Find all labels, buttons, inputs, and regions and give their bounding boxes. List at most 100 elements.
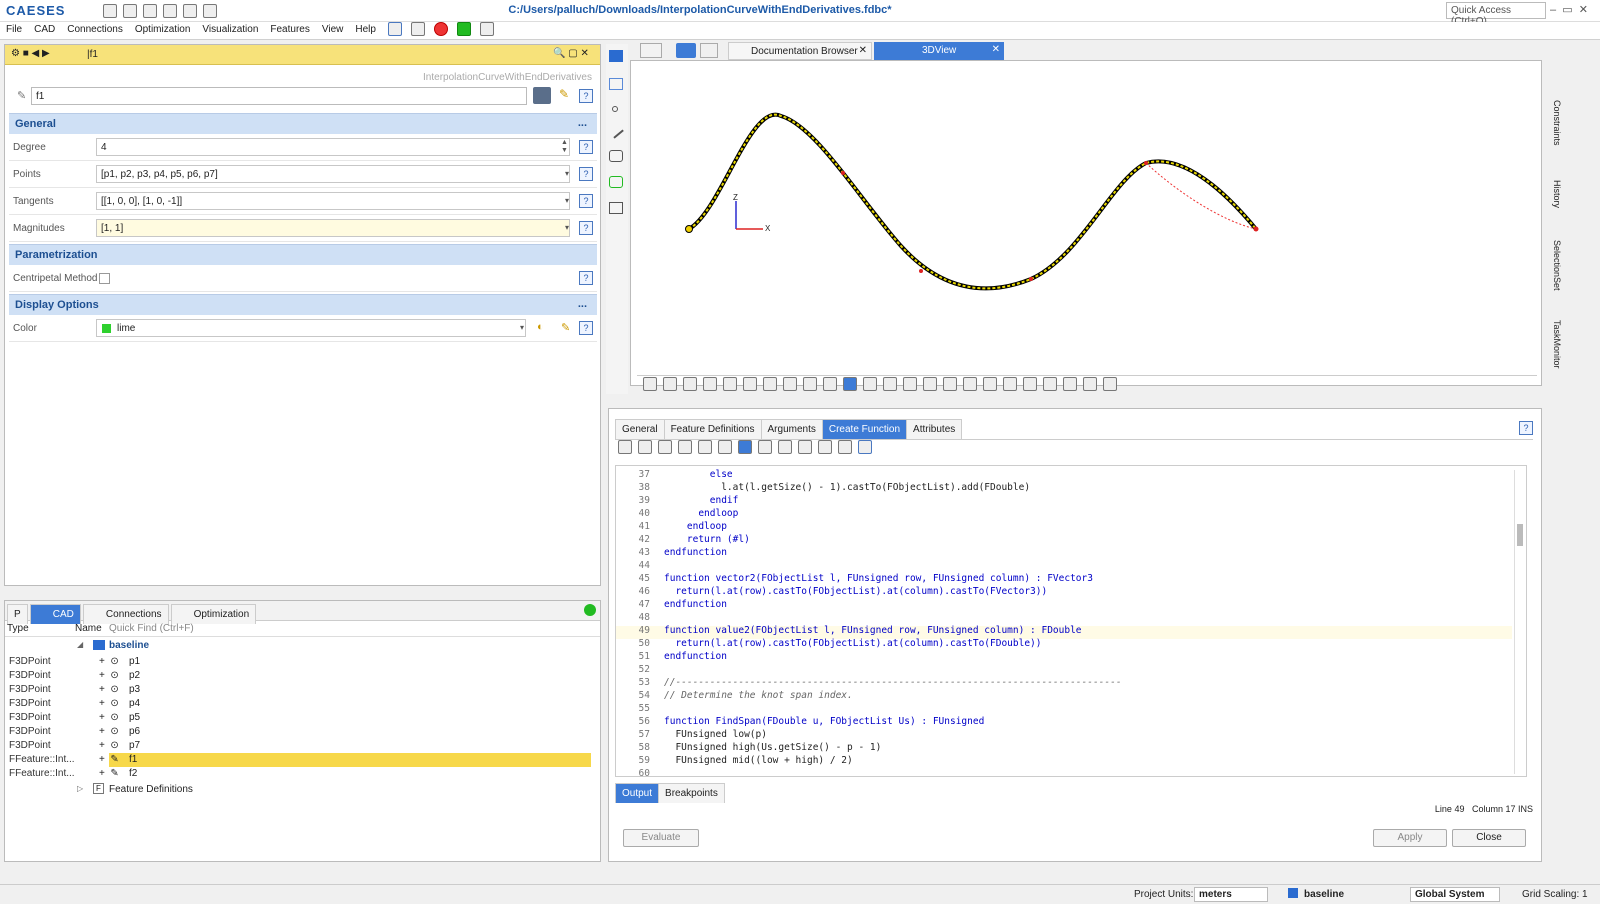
editor-help-icon[interactable]: ? xyxy=(1519,421,1533,435)
tab-feature-definitions[interactable]: Feature Definitions xyxy=(663,419,762,439)
color-help-icon[interactable]: ? xyxy=(579,321,593,335)
baseline-label[interactable]: baseline xyxy=(1304,889,1344,900)
quick-access-input[interactable]: Quick Access (Ctrl+Q) xyxy=(1446,2,1546,27)
shape-icon[interactable] xyxy=(609,176,623,188)
view-tool-20-icon[interactable] xyxy=(1023,377,1037,391)
view-tool-6-icon[interactable] xyxy=(743,377,757,391)
grid-icon[interactable] xyxy=(1083,377,1097,391)
menu-file[interactable]: File xyxy=(0,22,28,37)
lock-icon[interactable] xyxy=(883,377,897,391)
dock-selectionset[interactable]: SelectionSet xyxy=(1552,240,1562,291)
tab-create-function[interactable]: Create Function xyxy=(821,419,908,439)
tree-item-f2[interactable]: FFeature::Int... + ✎ f2 xyxy=(5,767,600,781)
menu-connections[interactable]: Connections xyxy=(61,22,129,37)
tree-item-p3[interactable]: F3DPoint + ⊙ p3 xyxy=(5,683,600,697)
dock-history[interactable]: History xyxy=(1552,180,1562,208)
menu-cad[interactable]: CAD xyxy=(28,22,61,37)
help-icon[interactable] xyxy=(388,22,402,37)
feature-icon[interactable] xyxy=(609,202,623,214)
tab-attributes[interactable]: Attributes xyxy=(906,419,963,439)
surface-icon[interactable] xyxy=(609,150,623,162)
parametrization-header[interactable]: Parametrization xyxy=(9,244,597,265)
tree-item-f1[interactable]: FFeature::Int... + ✎ f1 xyxy=(5,753,600,767)
view-tool-1-icon[interactable] xyxy=(643,377,657,391)
tab-arguments[interactable]: Arguments xyxy=(760,419,823,439)
tangents-dropdown-icon[interactable]: ▾ xyxy=(565,196,569,205)
opt-view-icon[interactable] xyxy=(700,43,718,58)
indent-icon[interactable] xyxy=(798,440,812,454)
color-select[interactable]: lime xyxy=(96,319,526,337)
tab-3dview[interactable]: 3DView ✕ xyxy=(874,42,1004,60)
3d-viewport[interactable]: Z X xyxy=(630,60,1542,386)
view-tool-12-icon[interactable] xyxy=(863,377,877,391)
stop-icon[interactable] xyxy=(434,22,449,37)
view-tool-7-icon[interactable] xyxy=(763,377,777,391)
menu-optimization[interactable]: Optimization xyxy=(129,22,197,37)
tree-feature-defs[interactable]: ▷ F Feature Definitions xyxy=(5,781,600,799)
tree-item-p4[interactable]: F3DPoint + ⊙ p4 xyxy=(5,697,600,711)
redo-edit-icon[interactable] xyxy=(638,440,652,454)
palette-icon[interactable]: ◐ xyxy=(537,321,544,333)
close-window-icon[interactable]: ✕ xyxy=(1579,4,1588,16)
tree-item-p2[interactable]: F3DPoint + ⊙ p2 xyxy=(5,669,600,683)
view-tool-16-icon[interactable] xyxy=(943,377,957,391)
points-input[interactable]: [p1, p2, p3, p4, p5, p6, p7] xyxy=(96,165,570,183)
cut-icon[interactable] xyxy=(658,440,672,454)
view-tool-10-icon[interactable] xyxy=(823,377,837,391)
view-tool-11-icon[interactable] xyxy=(843,377,857,391)
centripetal-help-icon[interactable]: ? xyxy=(579,271,593,285)
select-icon[interactable] xyxy=(609,78,623,90)
view-tool-3-icon[interactable] xyxy=(683,377,697,391)
layout-icon[interactable] xyxy=(640,43,662,58)
code-editor[interactable]: 37 else 38 l.at(l.getSize() - 1).castTo(F… xyxy=(615,465,1527,777)
tab-documentation-browser[interactable]: Documentation Browser ✕ xyxy=(728,42,872,60)
magnitudes-input[interactable]: [1, 1] xyxy=(96,219,570,237)
menu-features[interactable]: Features xyxy=(264,22,315,37)
name-help-icon[interactable]: ? xyxy=(579,89,593,103)
magnitudes-help-icon[interactable]: ? xyxy=(579,221,593,235)
degree-spinner-icon[interactable]: ▲ ▼ xyxy=(561,139,568,155)
view-tool-19-icon[interactable] xyxy=(1003,377,1017,391)
tangents-help-icon[interactable]: ? xyxy=(579,194,593,208)
curve-icon[interactable] xyxy=(608,123,624,139)
visibility-eye-icon[interactable] xyxy=(533,87,551,104)
menu-help[interactable]: Help xyxy=(349,22,382,37)
centripetal-checkbox[interactable] xyxy=(99,273,110,284)
edit-icon[interactable]: ✎ xyxy=(559,87,569,101)
tree-item-p1[interactable]: F3DPoint + ⊙ p1 xyxy=(5,655,600,669)
apply-button[interactable]: Apply xyxy=(1373,829,1447,847)
copy-edit-icon[interactable] xyxy=(678,440,692,454)
nav-icons[interactable]: ⚙ ■ ◀ ▶ xyxy=(11,48,50,59)
find-icon[interactable] xyxy=(718,440,732,454)
points-dropdown-icon[interactable]: ▾ xyxy=(565,169,569,178)
units-select[interactable]: meters xyxy=(1194,887,1268,902)
camera-icon[interactable] xyxy=(1043,377,1057,391)
maximize-icon[interactable]: ▭ xyxy=(1562,4,1572,16)
export-icon[interactable] xyxy=(838,440,852,454)
view-tool-2-icon[interactable] xyxy=(663,377,677,391)
tab-general[interactable]: General xyxy=(615,419,665,439)
zoom-icon[interactable] xyxy=(1103,377,1117,391)
view-tool-18-icon[interactable] xyxy=(983,377,997,391)
twitter-icon[interactable] xyxy=(1063,377,1077,391)
tree-root[interactable]: ◢ baseline xyxy=(5,637,600,655)
header-tools[interactable]: 🔍 ▢ ✕ xyxy=(553,48,589,59)
view-tool-9-icon[interactable] xyxy=(803,377,817,391)
view-tool-5-icon[interactable] xyxy=(723,377,737,391)
cad-view-icon[interactable] xyxy=(676,43,696,58)
tab-breakpoints[interactable]: Breakpoints xyxy=(658,783,725,803)
tangents-input[interactable]: [[1, 0, 0], [1, 0, -1]] xyxy=(96,192,570,210)
degree-help-icon[interactable]: ? xyxy=(579,140,593,154)
breakpoint-icon[interactable] xyxy=(818,440,832,454)
coordinate-system-select[interactable]: Global System xyxy=(1410,887,1500,902)
close-button[interactable]: Close xyxy=(1452,829,1526,847)
view-tool-4-icon[interactable] xyxy=(703,377,717,391)
tree-item-p6[interactable]: F3DPoint + ⊙ p6 xyxy=(5,725,600,739)
paste-icon[interactable] xyxy=(698,440,712,454)
minimize-icon[interactable]: – xyxy=(1550,4,1556,16)
code-scrollbar[interactable] xyxy=(1514,470,1524,774)
dock-taskmonitor[interactable]: TaskMonitor xyxy=(1552,320,1562,369)
comment-icon[interactable] xyxy=(778,440,792,454)
view-tool-14-icon[interactable] xyxy=(903,377,917,391)
display-header[interactable]: Display Options... xyxy=(9,294,597,315)
